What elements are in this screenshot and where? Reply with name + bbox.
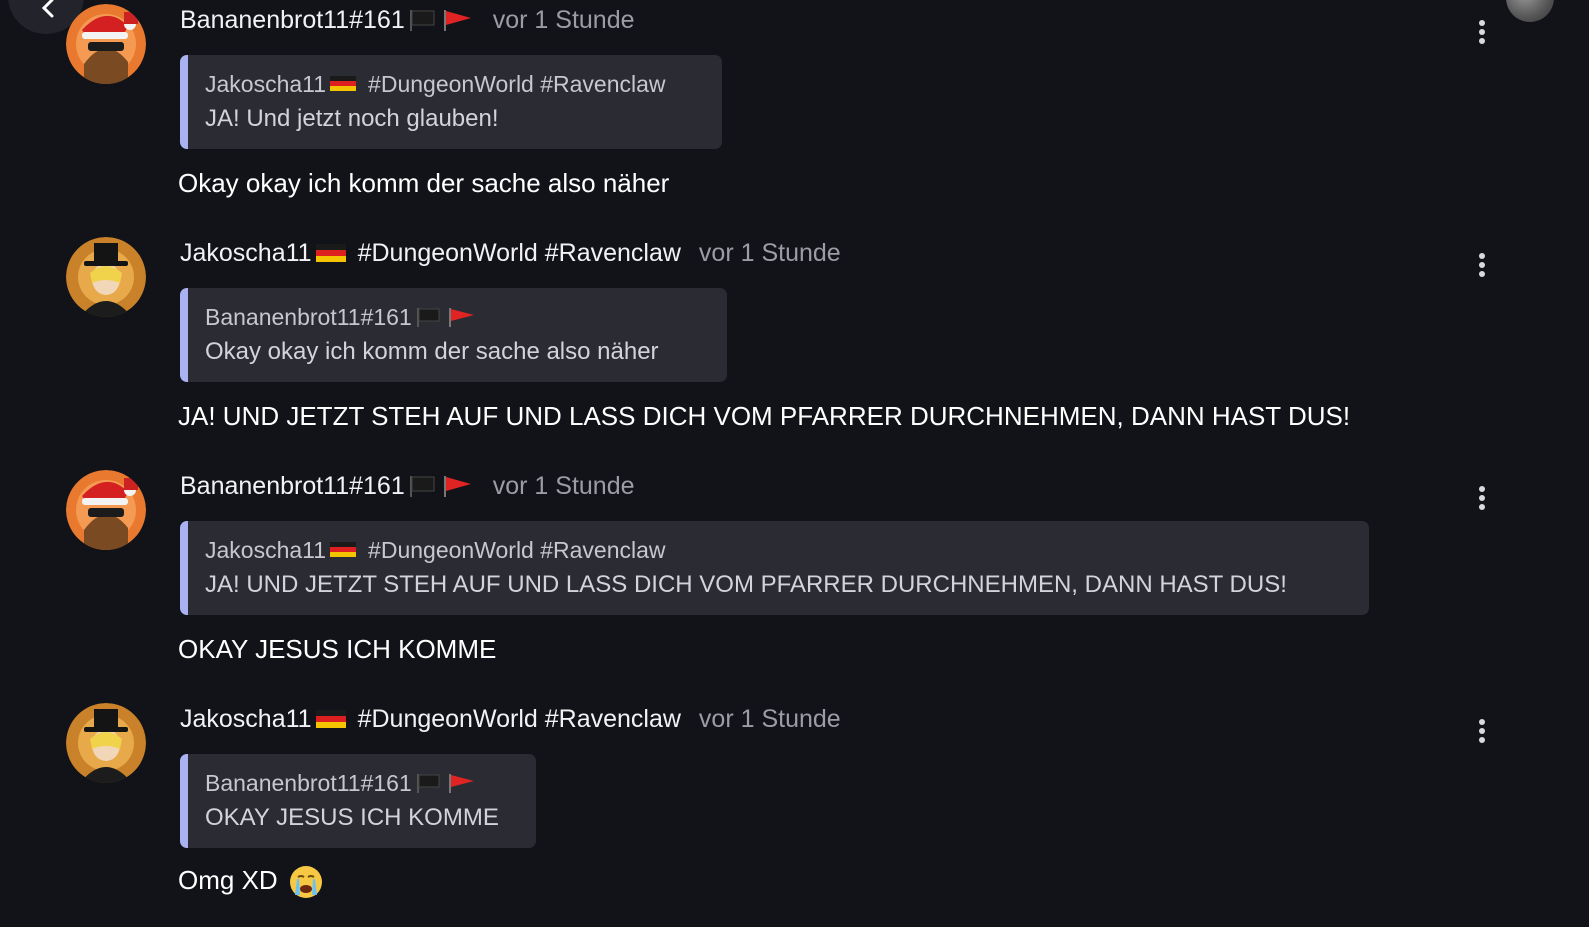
message-timestamp: vor 1 Stunde [698, 238, 841, 267]
quote-author: Bananenbrot11#161 [205, 304, 412, 330]
quote-text: Okay okay ich komm der sache also näher [205, 338, 659, 365]
black-flag-icon [416, 308, 440, 327]
message-author[interactable]: Bananenbrot11#161 [180, 472, 405, 501]
message-author-tags: #DungeonWorld #Ravenclaw [357, 704, 681, 733]
message-text: JA! UND JETZT STEH AUF UND LASS DICH VOM… [178, 401, 1351, 431]
message-timestamp: vor 1 Stunde [492, 471, 635, 500]
message-header: Jakoscha11 #DungeonWorld #Ravenclaw vor … [180, 701, 841, 737]
german-flag-icon [330, 542, 357, 557]
message-menu-button[interactable] [1470, 705, 1494, 745]
quote-author: Jakoscha11 [205, 71, 327, 97]
red-flag-icon [448, 308, 474, 327]
quote-author-line: Jakoscha11 #DungeonWorld #Ravenclaw [205, 533, 1351, 567]
reply-quote[interactable]: Bananenbrot11#161 OKAY JESUS ICH KOMME [180, 754, 536, 848]
message-author-tags: #DungeonWorld #Ravenclaw [357, 238, 681, 267]
quote-author: Bananenbrot11#161 [205, 770, 412, 796]
message-text: Omg XD [178, 865, 278, 895]
message-menu-button[interactable] [1470, 6, 1494, 46]
avatar-image [66, 237, 146, 317]
current-user-avatar[interactable] [1506, 0, 1554, 22]
chat-thread: Bananenbrot11#161 vor 1 Stunde Jakoscha1… [0, 0, 1589, 927]
quote-author-tags: #DungeonWorld #Ravenclaw [368, 537, 666, 563]
red-flag-icon [443, 476, 471, 497]
message-text: OKAY JESUS ICH KOMME [178, 634, 497, 664]
quote-text: JA! Und jetzt noch glauben! [205, 105, 499, 132]
message-header: Bananenbrot11#161 vor 1 Stunde [180, 468, 635, 504]
quote-text: JA! UND JETZT STEH AUF UND LASS DICH VOM… [205, 571, 1287, 598]
message-author[interactable]: Bananenbrot11#161 [180, 6, 405, 35]
avatar-image [66, 703, 146, 783]
message-timestamp: vor 1 Stunde [698, 704, 841, 733]
german-flag-icon [330, 76, 357, 91]
black-flag-icon [409, 10, 435, 31]
chevron-left-icon [41, 0, 54, 18]
avatar[interactable] [66, 237, 146, 317]
avatar[interactable] [66, 470, 146, 550]
black-flag-icon [409, 476, 435, 497]
quote-author-line: Jakoscha11 #DungeonWorld #Ravenclaw [205, 67, 704, 101]
quote-author: Jakoscha11 [205, 537, 327, 563]
avatar-image [66, 470, 146, 550]
crying-face-emoji-icon [289, 866, 322, 899]
message-author[interactable]: Jakoscha11 [180, 705, 312, 734]
avatar-image [66, 4, 146, 84]
reply-quote[interactable]: Jakoscha11 #DungeonWorld #Ravenclaw JA! … [180, 521, 1369, 615]
black-flag-icon [416, 774, 440, 793]
message-author[interactable]: Jakoscha11 [180, 239, 312, 268]
reply-quote[interactable]: Jakoscha11 #DungeonWorld #Ravenclaw JA! … [180, 55, 722, 149]
message-text: Okay okay ich komm der sache also näher [178, 168, 670, 198]
message-header: Bananenbrot11#161 vor 1 Stunde [180, 2, 635, 38]
german-flag-icon [315, 710, 346, 728]
avatar[interactable] [66, 4, 146, 84]
quote-author-tags: #DungeonWorld #Ravenclaw [368, 71, 666, 97]
quote-author-line: Bananenbrot11#161 [205, 300, 709, 334]
red-flag-icon [443, 10, 471, 31]
message-menu-button[interactable] [1470, 239, 1494, 279]
red-flag-icon [448, 774, 474, 793]
message-text-line: Omg XD [178, 865, 323, 899]
message-timestamp: vor 1 Stunde [492, 5, 635, 34]
avatar[interactable] [66, 703, 146, 783]
german-flag-icon [315, 244, 346, 262]
quote-author-line: Bananenbrot11#161 [205, 766, 518, 800]
quote-text: OKAY JESUS ICH KOMME [205, 804, 499, 831]
reply-quote[interactable]: Bananenbrot11#161 Okay okay ich komm der… [180, 288, 727, 382]
message-menu-button[interactable] [1470, 472, 1494, 512]
message-header: Jakoscha11 #DungeonWorld #Ravenclaw vor … [180, 235, 841, 271]
